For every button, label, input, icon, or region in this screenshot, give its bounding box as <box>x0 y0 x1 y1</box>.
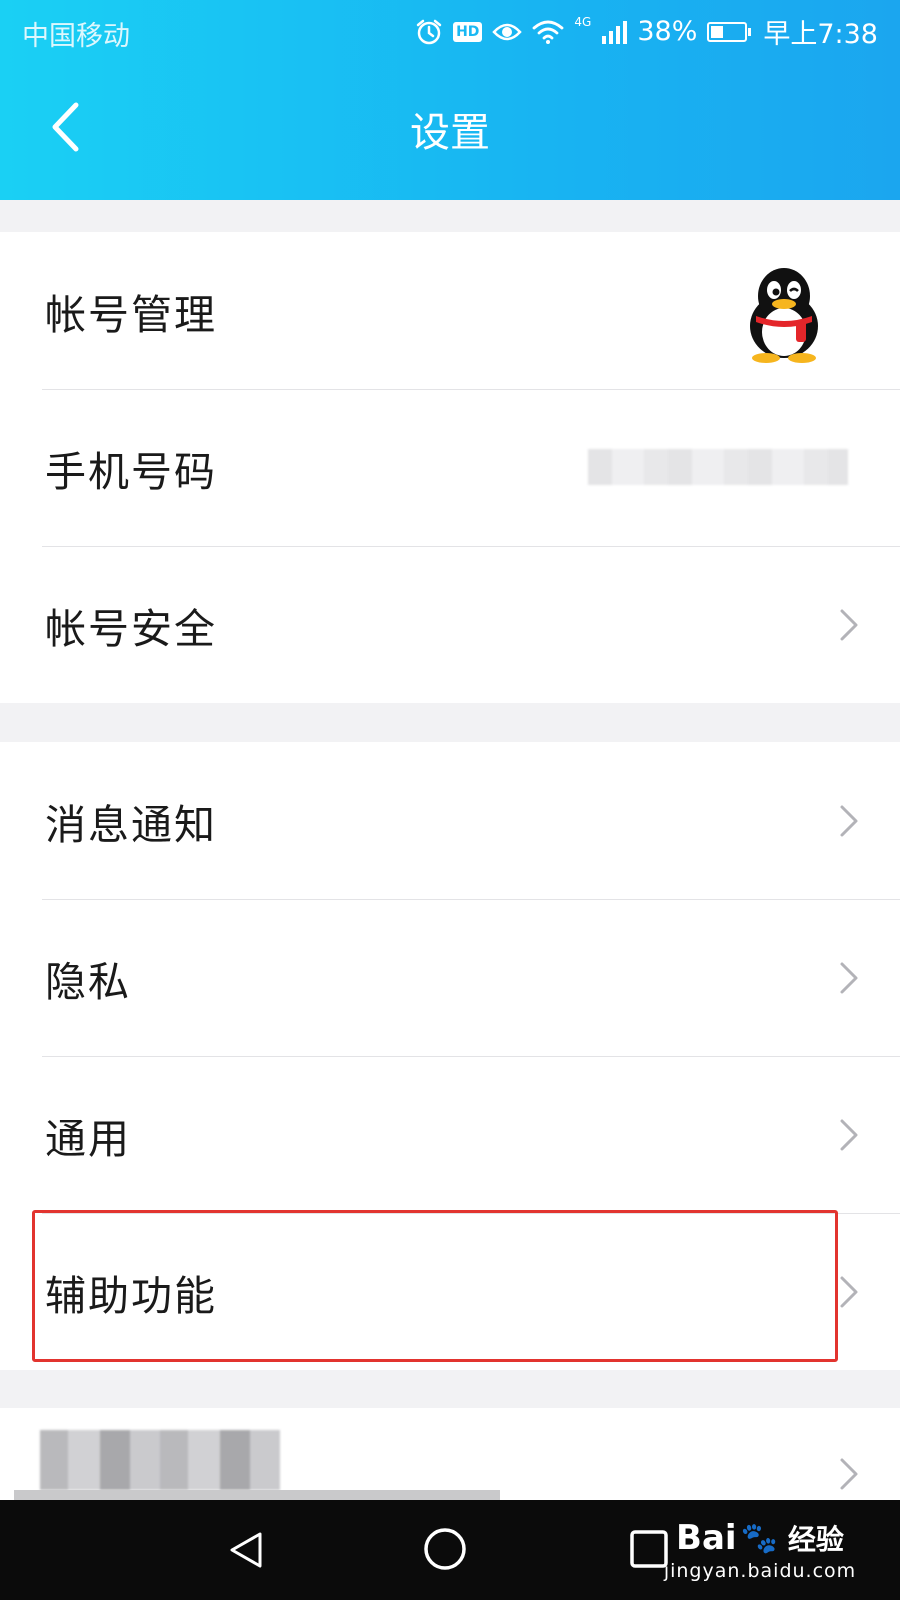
row-label: 手机号码 <box>45 447 217 496</box>
watermark-url: jingyan.baidu.com <box>663 1560 857 1582</box>
battery-percent: 38% <box>637 16 698 47</box>
row-account-management[interactable]: 帐号管理 <box>0 232 900 389</box>
status-icons: HD 4G 38% 早上7:38 <box>415 12 878 51</box>
watermark-brand-right: 经验 <box>787 1523 844 1556</box>
phone-number-value-blurred <box>588 449 848 485</box>
row-label: 通用 <box>45 1114 131 1163</box>
app-header: 中国移动 HD 4G 38% 早上7:38 设置 <box>0 0 900 200</box>
chevron-right-icon <box>840 805 858 836</box>
chevron-right-icon <box>840 1276 858 1307</box>
blurred-row-label <box>40 1430 280 1490</box>
chevron-right-icon <box>840 1119 858 1150</box>
chevron-right-icon <box>840 609 858 640</box>
row-privacy[interactable]: 隐私 <box>0 899 900 1056</box>
chevron-right-icon <box>840 1458 858 1490</box>
battery-icon <box>707 21 752 42</box>
baidu-paw-icon: 🐾 <box>740 1520 778 1556</box>
highlight-annotation-box <box>32 1210 838 1362</box>
row-account-security[interactable]: 帐号安全 <box>0 546 900 703</box>
carrier-name: 中国移动 <box>22 21 130 52</box>
account-section: 帐号管理 手机号码 帐号安全 <box>0 232 900 703</box>
baidu-jingyan-watermark: Bai 🐾 经验 jingyan.baidu.com <box>650 1500 870 1600</box>
row-label: 帐号管理 <box>45 290 217 339</box>
eye-icon <box>492 23 523 40</box>
wifi-icon <box>533 20 564 44</box>
chevron-right-icon <box>840 962 858 993</box>
system-home-icon[interactable] <box>420 1524 470 1574</box>
row-notifications[interactable]: 消息通知 <box>0 742 900 899</box>
row-label: 消息通知 <box>45 800 217 849</box>
clock-time: 早上7:38 <box>763 19 878 50</box>
row-general[interactable]: 通用 <box>0 1056 900 1213</box>
system-back-icon[interactable] <box>224 1528 268 1572</box>
row-label: 隐私 <box>45 957 131 1006</box>
penguin-avatar-icon <box>750 268 818 363</box>
status-bar: 中国移动 HD 4G 38% 早上7:38 <box>0 0 900 62</box>
signal-icon <box>602 20 628 44</box>
page-title: 设置 <box>410 110 490 156</box>
watermark-brand-left: Bai <box>676 1518 737 1558</box>
row-label: 帐号安全 <box>45 604 217 653</box>
row-phone-number[interactable]: 手机号码 <box>0 389 900 546</box>
network-type: 4G <box>574 14 592 29</box>
watermark-logo: Bai 🐾 经验 <box>676 1518 844 1558</box>
alarm-icon <box>416 19 442 44</box>
nav-bar: 设置 <box>0 62 900 200</box>
hd-badge: HD <box>453 21 483 42</box>
